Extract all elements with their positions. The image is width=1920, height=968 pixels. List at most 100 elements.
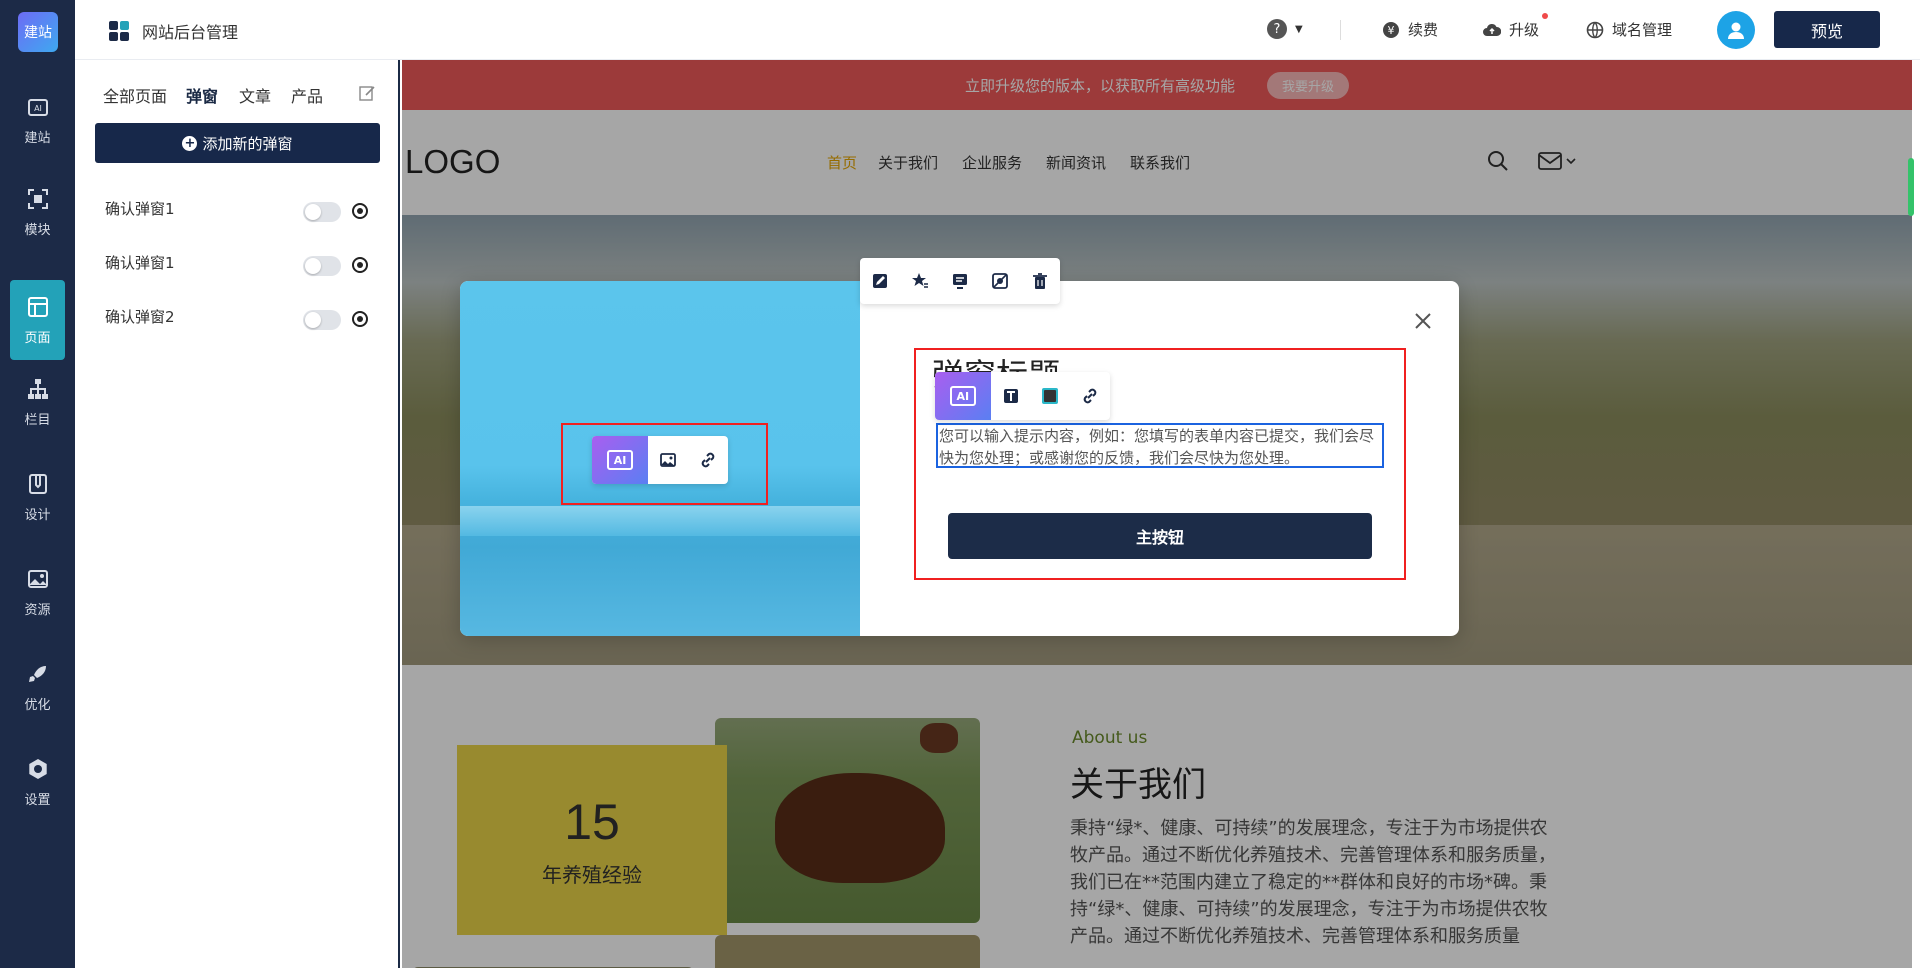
rail-label: 模块	[24, 222, 51, 238]
eye-off-icon	[992, 273, 1008, 289]
rail-item-settings[interactable]: 设置	[10, 742, 65, 822]
rail-item-column[interactable]: 栏目	[10, 362, 65, 442]
replace-image-button[interactable]	[648, 436, 688, 484]
help-icon: ?	[1267, 19, 1287, 39]
image-toolbar: AI	[592, 436, 728, 484]
rail-item-module[interactable]: 模块	[10, 172, 65, 252]
rail-item-design[interactable]: 设计	[10, 457, 65, 537]
page-icon	[27, 296, 48, 317]
scrollbar-thumb[interactable]	[1908, 158, 1914, 216]
popup-toggle[interactable]	[303, 202, 341, 222]
popup-toggle[interactable]	[303, 256, 341, 276]
link-icon	[1083, 388, 1097, 404]
style-button[interactable]	[900, 258, 940, 304]
rail-item-optimize[interactable]: 优化	[10, 647, 65, 727]
tab-products[interactable]: 产品	[291, 83, 323, 107]
trash-icon	[1033, 273, 1047, 289]
popup-list-item[interactable]: 确认弹窗1	[105, 252, 375, 276]
delete-button[interactable]	[1020, 258, 1060, 304]
top-bar: 网站后台管理 ? ▼ ¥ 续费 升级 域名管理 预览	[75, 0, 1920, 60]
text-icon	[1003, 389, 1018, 403]
yen-icon: ¥	[1383, 21, 1399, 38]
settings-icon	[28, 758, 47, 779]
app-title: 网站后台管理	[108, 19, 238, 43]
rail-item-build[interactable]: AI 建站	[10, 80, 65, 160]
popup-toggle[interactable]	[303, 310, 341, 330]
user-icon	[1728, 22, 1744, 39]
rail-label: 设计	[24, 507, 51, 523]
image-icon	[660, 453, 676, 467]
upgrade-label: 升级	[1509, 21, 1540, 39]
popup-list-item[interactable]: 确认弹窗1	[105, 198, 375, 222]
rail-label: 设置	[24, 792, 51, 808]
link-button[interactable]	[1070, 372, 1110, 420]
text-format-button[interactable]	[991, 372, 1031, 420]
module-icon	[27, 188, 48, 209]
ai-icon: AI	[949, 386, 976, 406]
svg-text:¥: ¥	[1388, 24, 1395, 37]
text-toolbar: AI	[935, 372, 1110, 420]
sitemap-icon	[27, 378, 48, 399]
popup-name: 确认弹窗1	[105, 200, 175, 218]
rail-label: 页面	[24, 330, 51, 346]
close-icon[interactable]	[1411, 309, 1435, 333]
plus-icon: +	[182, 135, 198, 151]
image-icon	[27, 569, 48, 588]
page-panel: 全部页面 弹窗 文章 产品 + 添加新的弹窗 确认弹窗1 确认弹窗1 确认弹窗2	[75, 60, 400, 968]
popup-name: 确认弹窗1	[105, 254, 175, 272]
link-button[interactable]	[688, 436, 728, 484]
grid-icon	[109, 21, 129, 41]
app-logo[interactable]: 建站	[18, 12, 58, 52]
monitor-icon	[953, 274, 967, 289]
color-swatch-icon	[1042, 388, 1059, 404]
globe-icon	[1586, 21, 1604, 38]
ai-icon: AI	[27, 98, 48, 116]
domain-button[interactable]: 域名管理	[1586, 19, 1672, 40]
notification-dot	[1542, 13, 1548, 19]
text-color-button[interactable]	[1030, 372, 1070, 420]
preview-button[interactable]: 预览	[1774, 11, 1880, 48]
rail-label: 栏目	[24, 412, 51, 428]
upgrade-button[interactable]: 升级	[1483, 13, 1548, 40]
left-rail: 建站 AI 建站 模块 页面 栏目 设计 资源 优化 设置	[0, 0, 75, 968]
avatar[interactable]	[1717, 11, 1755, 49]
add-popup-button[interactable]: + 添加新的弹窗	[95, 123, 380, 163]
renew-button[interactable]: ¥ 续费	[1382, 19, 1438, 40]
rail-label: 优化	[24, 697, 51, 713]
renew-label: 续费	[1408, 21, 1439, 39]
target-icon[interactable]	[351, 256, 369, 274]
help-menu[interactable]: ? ▼	[1267, 19, 1303, 39]
tab-popups[interactable]: 弹窗	[186, 83, 218, 107]
app-title-text: 网站后台管理	[142, 23, 239, 42]
ai-button[interactable]: AI	[592, 436, 648, 484]
rail-item-resource[interactable]: 资源	[10, 552, 65, 632]
svg-text:AI: AI	[34, 104, 42, 113]
link-icon	[701, 452, 715, 468]
cloud-upload-icon	[1483, 23, 1501, 36]
popup-list-item[interactable]: 确认弹窗2	[105, 306, 375, 330]
tab-all-pages[interactable]: 全部页面	[103, 83, 167, 107]
edit-button[interactable]	[860, 258, 900, 304]
ai-button[interactable]: AI	[935, 372, 991, 420]
rocket-icon	[28, 665, 46, 682]
tab-articles[interactable]: 文章	[239, 83, 271, 107]
wave-shape	[460, 506, 860, 536]
app-root: 建站 AI 建站 模块 页面 栏目 设计 资源 优化 设置 网站后台管理 ? ▼…	[0, 0, 1920, 968]
content-button[interactable]	[940, 258, 980, 304]
rail-label: 资源	[24, 602, 51, 618]
rail-item-page[interactable]: 页面	[10, 280, 65, 360]
add-popup-label: 添加新的弹窗	[202, 134, 293, 153]
star-icon	[912, 273, 928, 288]
visibility-button[interactable]	[980, 258, 1020, 304]
rail-label: 建站	[24, 130, 51, 146]
target-icon[interactable]	[351, 202, 369, 220]
divider	[1340, 20, 1341, 40]
edit-icon[interactable]	[358, 84, 376, 102]
design-icon	[28, 473, 47, 494]
popup-name: 确认弹窗2	[105, 308, 175, 326]
ai-icon: AI	[607, 450, 633, 470]
target-icon[interactable]	[351, 310, 369, 328]
chevron-down-icon: ▼	[1295, 23, 1303, 35]
edit-icon	[873, 274, 887, 288]
domain-label: 域名管理	[1612, 21, 1673, 39]
